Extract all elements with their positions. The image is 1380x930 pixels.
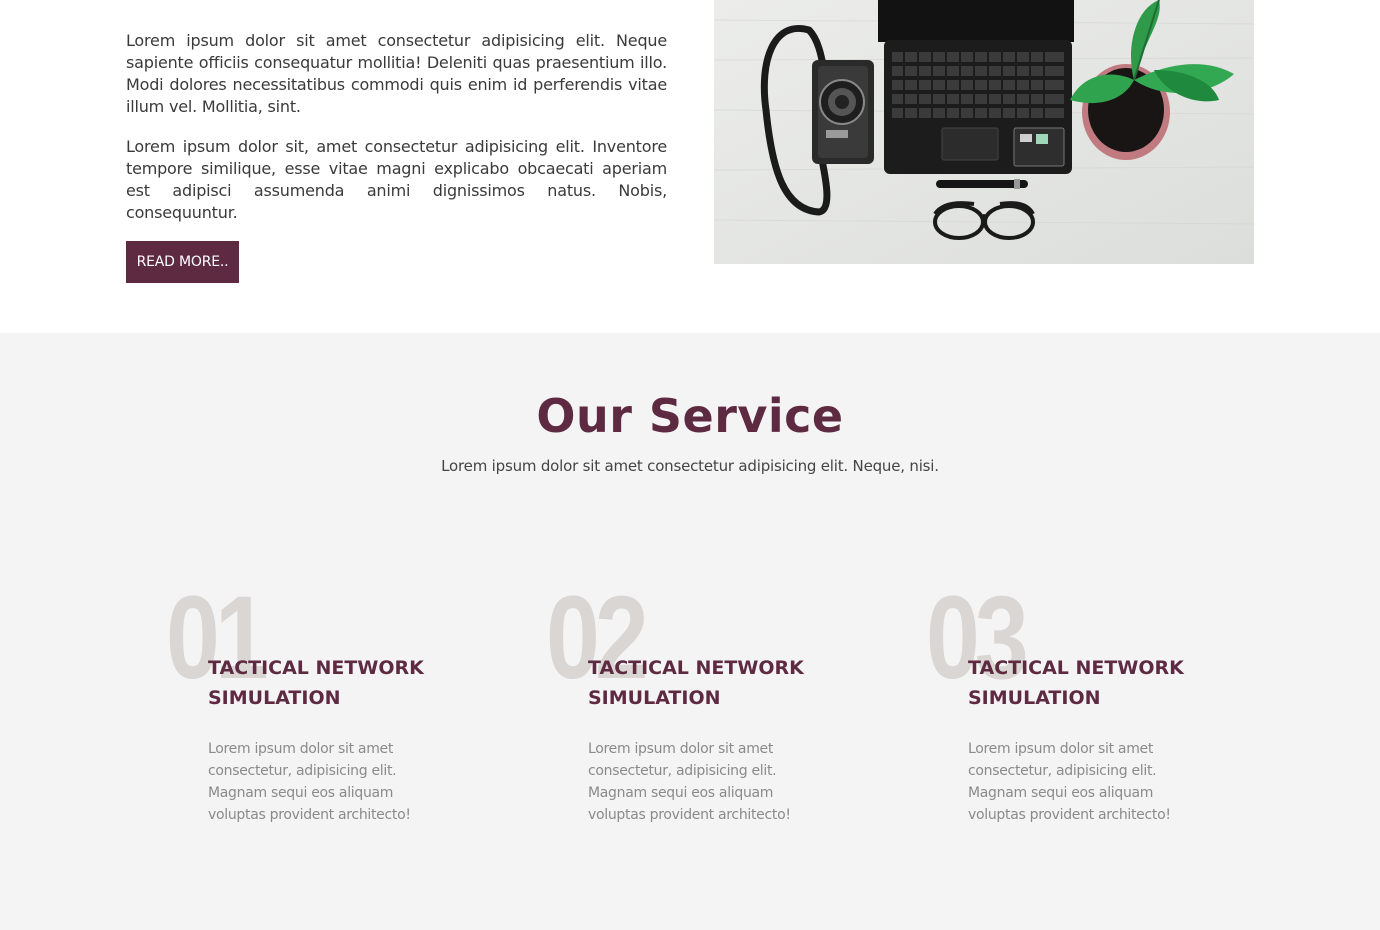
service-title: Our Service <box>536 389 844 443</box>
about-section: Lorem ipsum dolor sit amet consectetur a… <box>0 0 1380 333</box>
service-card-title: TACTICAL NETWORK SIMULATION <box>968 657 1184 709</box>
service-section: Our Service Lorem ipsum dolor sit amet c… <box>0 333 1380 930</box>
service-card-title: TACTICAL NETWORK SIMULATION <box>588 657 804 709</box>
service-card-2: 02 TACTICAL NETWORK SIMULATION Lorem ips… <box>546 579 876 843</box>
service-card-1: 01 TACTICAL NETWORK SIMULATION Lorem ips… <box>166 579 496 843</box>
service-card-title: TACTICAL NETWORK SIMULATION <box>208 657 424 709</box>
about-text: Lorem ipsum dolor sit amet consectetur a… <box>126 30 667 242</box>
service-card-description: Lorem ipsum dolor sit amet consectetur, … <box>208 741 411 823</box>
service-card-description: Lorem ipsum dolor sit amet consectetur, … <box>968 741 1171 823</box>
service-card-description: Lorem ipsum dolor sit amet consectetur, … <box>588 741 791 823</box>
about-paragraph-2: Lorem ipsum dolor sit, amet consectetur … <box>126 137 667 222</box>
workspace-photo <box>714 0 1254 264</box>
service-card-3: 03 TACTICAL NETWORK SIMULATION Lorem ips… <box>926 579 1256 843</box>
service-subtitle: Lorem ipsum dolor sit amet consectetur a… <box>441 457 939 475</box>
about-paragraph-1: Lorem ipsum dolor sit amet consectetur a… <box>126 31 667 116</box>
read-more-button[interactable]: READ MORE.. <box>126 241 239 283</box>
